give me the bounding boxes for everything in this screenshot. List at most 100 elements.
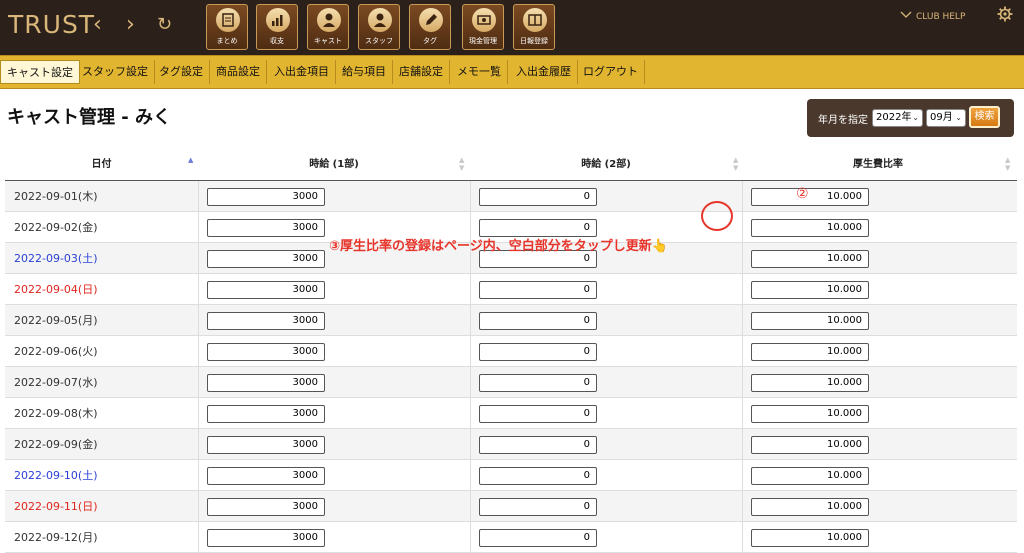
forward-arrow-icon[interactable]: ›: [126, 12, 135, 38]
cash-icon: [472, 8, 496, 32]
sort-icon[interactable]: ▲ ▼: [1005, 156, 1010, 172]
toolbar-staff-button[interactable]: スタッフ: [358, 4, 400, 50]
tab-logout[interactable]: ログアウト: [577, 60, 645, 84]
wage2-input[interactable]: 0: [479, 312, 597, 330]
table-row: 2022-09-12(月) 3000 0 10.000: [5, 522, 1017, 553]
club-help-link[interactable]: CLUB HELP: [900, 11, 965, 22]
column-divider: [742, 460, 743, 490]
column-divider: [470, 398, 471, 428]
wage1-input[interactable]: 3000: [207, 498, 325, 516]
chevron-down-icon: ⌄: [955, 113, 962, 122]
column-divider: [198, 491, 199, 521]
step-2-marker: ②: [796, 186, 809, 202]
settings-tab-bar: キャスト設定 スタッフ設定 タグ設定 商品設定 入出金項目 給与項目 店舗設定 …: [0, 55, 1024, 89]
wage1-input[interactable]: 3000: [207, 405, 325, 423]
toolbar-cast-button[interactable]: キャスト: [307, 4, 349, 50]
welfare-ratio-input[interactable]: 10.000: [751, 405, 869, 423]
welfare-ratio-input[interactable]: 10.000: [751, 281, 869, 299]
wage1-input[interactable]: 3000: [207, 219, 325, 237]
toolbar-cash-button[interactable]: 現金管理: [462, 4, 504, 50]
wage2-input[interactable]: 0: [479, 498, 597, 516]
bar-chart-icon: [266, 8, 290, 32]
top-bar: TRUST ‹ › ↻ まとめ 収支 キャスト スタッフ タグ 現金管理 日報登…: [0, 0, 1024, 55]
column-divider: [198, 336, 199, 366]
wage1-input[interactable]: 3000: [207, 436, 325, 454]
toolbar-summary-button[interactable]: まとめ: [206, 4, 248, 50]
search-button[interactable]: 検索: [969, 106, 1000, 128]
gear-icon[interactable]: [997, 6, 1013, 26]
month-select[interactable]: 09月 ⌄: [926, 109, 966, 127]
tab-tag-settings[interactable]: タグ設定: [153, 60, 210, 84]
sort-asc-icon[interactable]: ▲: [188, 156, 193, 164]
wage2-input[interactable]: 0: [479, 436, 597, 454]
wage1-input[interactable]: 3000: [207, 250, 325, 268]
wage1-input[interactable]: 3000: [207, 374, 325, 392]
welfare-ratio-input[interactable]: 10.000: [751, 343, 869, 361]
toolbar-tag-button[interactable]: タグ: [409, 4, 451, 50]
page-title: キャスト管理 - みく: [7, 107, 172, 128]
wage2-input[interactable]: 0: [479, 188, 597, 206]
month-search-panel: 年月を指定 2022年 ⌄ 09月 ⌄ 検索: [807, 99, 1014, 137]
date-cell: 2022-09-06(火): [14, 345, 98, 358]
tab-memo-list[interactable]: メモ一覧: [451, 60, 508, 84]
header-date[interactable]: 日付: [5, 148, 198, 181]
welfare-ratio-input[interactable]: 10.000: [751, 312, 869, 330]
date-cell: 2022-09-04(日): [14, 283, 98, 296]
welfare-ratio-input[interactable]: 10.000: [751, 374, 869, 392]
toolbar-daily-report-button[interactable]: 日報登録: [513, 4, 555, 50]
wage1-input[interactable]: 3000: [207, 467, 325, 485]
tab-store-settings[interactable]: 店舗設定: [393, 60, 450, 84]
table-row: 2022-09-06(火) 3000 0 10.000: [5, 336, 1017, 367]
cast-wage-table: 日付 ▲ 時給 (1部) ▲ ▼ 時給 (2部) ▲ ▼ 厚生費比率 ▲ ▼ 2022…: [5, 148, 1017, 553]
welfare-ratio-input[interactable]: 10.000: [751, 188, 869, 206]
welfare-ratio-input[interactable]: 10.000: [751, 498, 869, 516]
welfare-ratio-input[interactable]: 10.000: [751, 436, 869, 454]
welfare-ratio-input[interactable]: 10.000: [751, 250, 869, 268]
tab-cast-settings[interactable]: キャスト設定: [0, 60, 80, 84]
header-welfare-ratio[interactable]: 厚生費比率: [742, 148, 1014, 181]
tab-cash-history[interactable]: 入出金履歴: [510, 60, 578, 84]
header-wage2[interactable]: 時給 (2部): [470, 148, 742, 181]
column-divider: [742, 429, 743, 459]
app-logo[interactable]: TRUST: [8, 10, 95, 39]
wage2-input[interactable]: 0: [479, 529, 597, 547]
table-row: 2022-09-05(月) 3000 0 10.000: [5, 305, 1017, 336]
wage1-input[interactable]: 3000: [207, 343, 325, 361]
column-divider: [198, 305, 199, 335]
wage2-input[interactable]: 0: [479, 281, 597, 299]
wage1-input[interactable]: 3000: [207, 312, 325, 330]
person-icon: [317, 8, 341, 32]
search-label: 年月を指定: [818, 115, 868, 126]
date-cell: 2022-09-08(木): [14, 407, 98, 420]
welfare-ratio-input[interactable]: 10.000: [751, 219, 869, 237]
column-divider: [470, 305, 471, 335]
wage2-input[interactable]: 0: [479, 467, 597, 485]
column-divider: [470, 522, 471, 552]
wage2-input[interactable]: 0: [479, 374, 597, 392]
wage1-input[interactable]: 3000: [207, 281, 325, 299]
wage1-input[interactable]: 3000: [207, 529, 325, 547]
column-divider: [742, 522, 743, 552]
back-arrow-icon[interactable]: ‹: [93, 12, 102, 38]
tab-product-settings[interactable]: 商品設定: [210, 60, 267, 84]
wage1-input[interactable]: 3000: [207, 188, 325, 206]
column-divider: [198, 398, 199, 428]
toolbar-label: 収支: [270, 37, 284, 45]
sort-icon[interactable]: ▲ ▼: [733, 156, 738, 172]
date-cell: 2022-09-10(土): [14, 469, 98, 482]
tab-salary-items[interactable]: 給与項目: [336, 60, 393, 84]
reload-icon[interactable]: ↻: [157, 12, 172, 38]
welfare-ratio-input[interactable]: 10.000: [751, 529, 869, 547]
toolbar-label: まとめ: [216, 37, 238, 45]
header-wage1[interactable]: 時給 (1部): [198, 148, 470, 181]
wage2-input[interactable]: 0: [479, 343, 597, 361]
toolbar-finance-button[interactable]: 収支: [256, 4, 298, 50]
tab-staff-settings[interactable]: スタッフ設定: [76, 60, 155, 84]
year-select[interactable]: 2022年 ⌄: [872, 109, 923, 127]
tap-target-circle: [701, 201, 733, 231]
wage2-input[interactable]: 0: [479, 405, 597, 423]
tab-cash-items[interactable]: 入出金項目: [268, 60, 336, 84]
column-divider: [470, 336, 471, 366]
sort-icon[interactable]: ▲ ▼: [459, 156, 464, 172]
welfare-ratio-input[interactable]: 10.000: [751, 467, 869, 485]
